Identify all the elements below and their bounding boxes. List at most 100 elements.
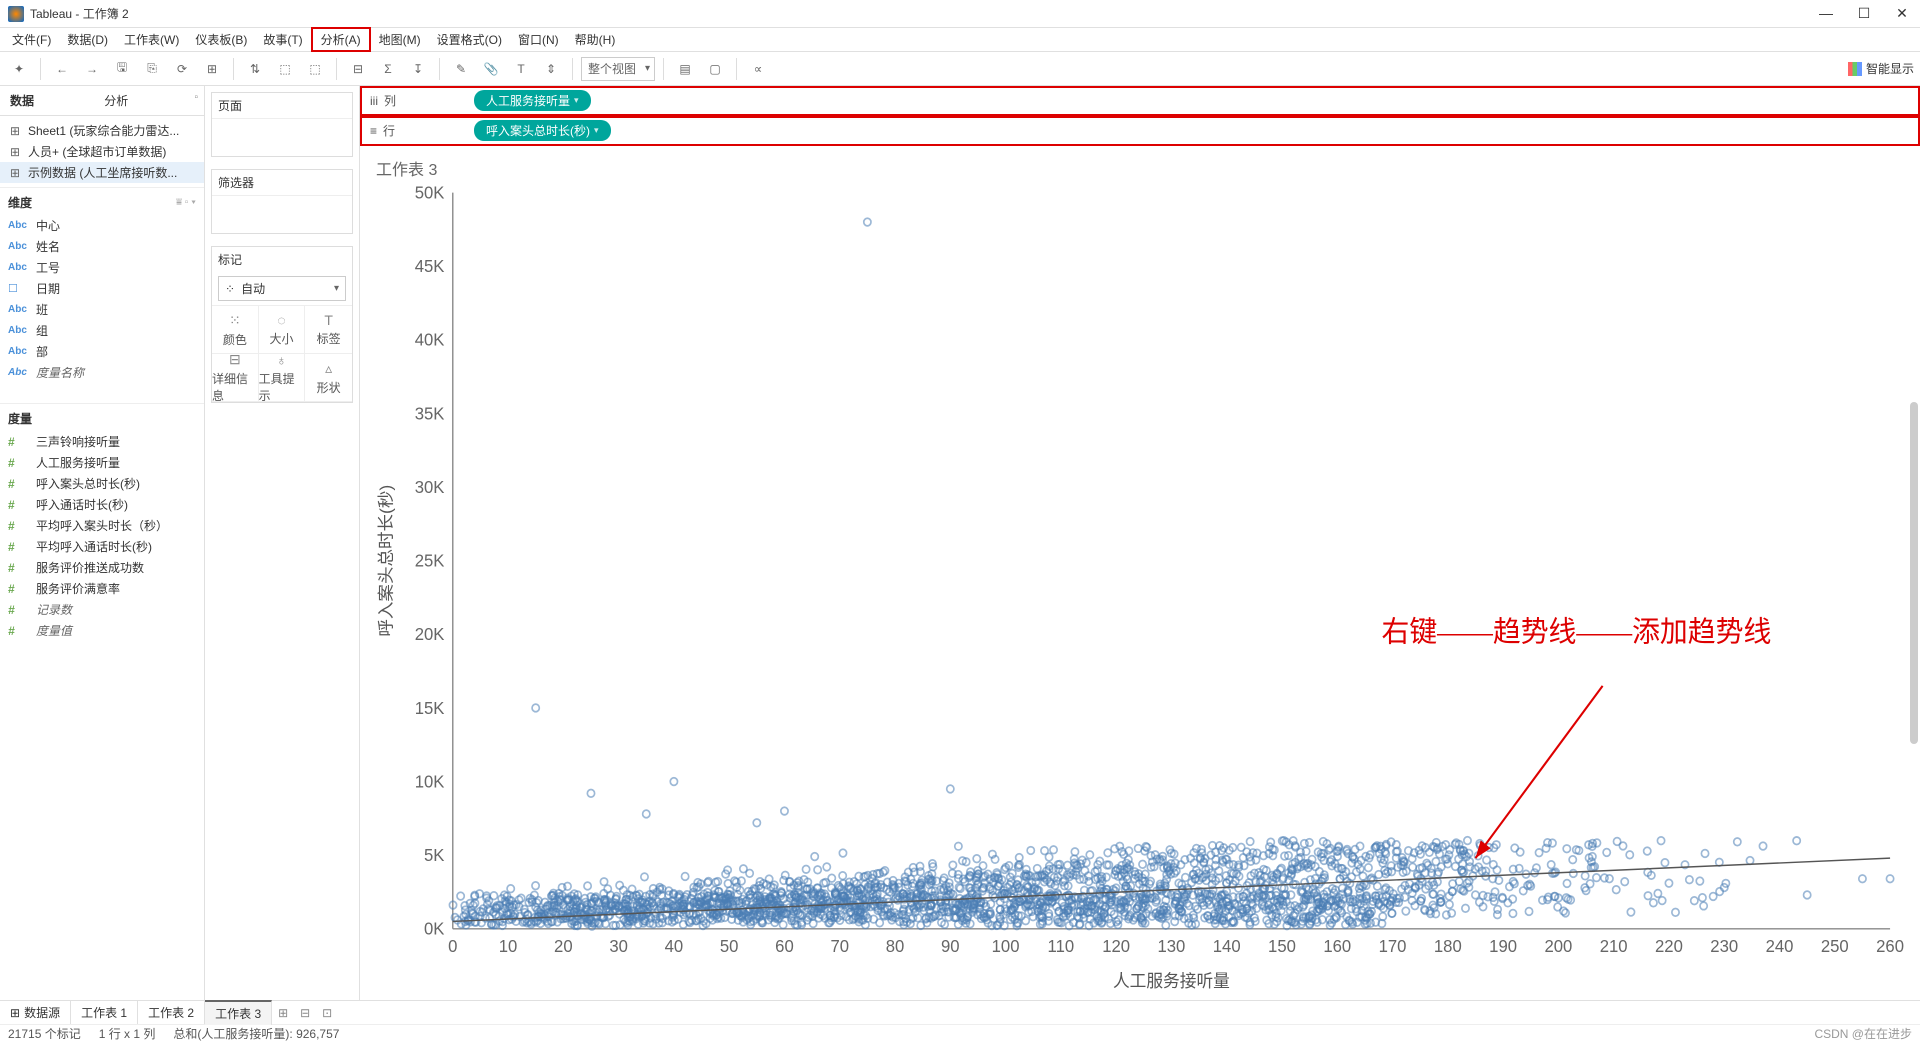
share-button[interactable]: ∝ [745,56,771,82]
dimension-field[interactable]: Abc班 [0,299,204,320]
undo-button[interactable]: ← [49,56,75,82]
marks-tooltip[interactable]: ♁工具提示 [259,354,306,402]
svg-text:260: 260 [1876,937,1904,956]
dimensions-header: 维度 ⩸ ▫ ▾ [0,187,204,213]
tab-analytics[interactable]: 分析 [94,86,188,115]
new-dashboard-button[interactable]: ⊟ [294,1006,316,1020]
mark-type-dropdown[interactable]: ⁘ 自动 [218,276,346,301]
menu-story[interactable]: 故事(T) [255,29,310,50]
menu-window[interactable]: 窗口(N) [510,29,567,50]
svg-text:130: 130 [1157,937,1185,956]
svg-text:80: 80 [886,937,905,956]
separator [572,58,573,80]
pin-button[interactable]: 📎 [478,56,504,82]
measure-field[interactable]: #人工服务接听量 [0,452,204,473]
fit-dropdown[interactable]: 整个视图 [581,57,655,81]
measure-field[interactable]: #记录数 [0,599,204,620]
maximize-button[interactable]: ☐ [1854,5,1874,22]
minimize-button[interactable]: — [1816,5,1836,22]
marks-shape[interactable]: ▵形状 [305,354,352,402]
dimension-field[interactable]: ☐日期 [0,278,204,299]
sheet-tab[interactable]: 工作表 2 [138,1001,205,1024]
dimension-field[interactable]: Abc工号 [0,257,204,278]
labels-button[interactable]: ↧ [405,56,431,82]
svg-text:25K: 25K [415,551,445,570]
measure-field[interactable]: #呼入案头总时长(秒) [0,473,204,494]
dimension-field[interactable]: Abc部 [0,341,204,362]
columns-pill[interactable]: 人工服务接听量 [474,90,591,111]
menu-file[interactable]: 文件(F) [4,29,59,50]
datasource-item[interactable]: ⊞Sheet1 (玩家综合能力雷达... [0,120,204,141]
measures-header: 度量 [0,403,204,429]
tableau-icon[interactable]: ✦ [6,56,32,82]
data-pane-menu-icon[interactable]: ▫ [188,86,204,115]
rows-shelf[interactable]: ≡行 呼入案头总时长(秒) [360,116,1920,146]
marks-color[interactable]: ⁙颜色 [212,306,259,354]
field-type-icon: Abc [8,220,30,231]
highlight-button[interactable]: ✎ [448,56,474,82]
new-worksheet-button[interactable]: ⊞ [272,1006,294,1020]
datasource-item[interactable]: ⊞人员+ (全球超市订单数据) [0,141,204,162]
chart[interactable]: 0K5K10K15K20K25K30K35K40K45K50K010203040… [372,178,1904,996]
dimensions-search-icon[interactable]: ⩸ ▫ ▾ [176,197,196,208]
measure-field[interactable]: #平均呼入通话时长(秒) [0,536,204,557]
show-me-button[interactable]: 智能显示 [1848,60,1914,77]
fix-axis-button[interactable]: ⇕ [538,56,564,82]
text-button[interactable]: T [508,56,534,82]
sheet-tab[interactable]: 工作表 3 [205,1000,272,1025]
marks-detail[interactable]: ⊟详细信息 [212,354,259,402]
new-datasource-button[interactable]: ⎘ [139,56,165,82]
columns-shelf[interactable]: iii列 人工服务接听量 [360,86,1920,116]
dimension-field[interactable]: Abc组 [0,320,204,341]
menu-data[interactable]: 数据(D) [59,29,116,50]
svg-text:140: 140 [1213,937,1241,956]
dimension-field[interactable]: Abc姓名 [0,236,204,257]
redo-button[interactable]: → [79,56,105,82]
datasource-tab[interactable]: ⊞数据源 [0,1001,71,1024]
field-type-icon: Abc [8,304,30,315]
presentation-button[interactable]: ▢ [702,56,728,82]
measure-field[interactable]: #服务评价推送成功数 [0,557,204,578]
rows-pill[interactable]: 呼入案头总时长(秒) [474,120,611,141]
measure-field[interactable]: #服务评价满意率 [0,578,204,599]
menu-dashboard[interactable]: 仪表板(B) [187,29,255,50]
show-cards-button[interactable]: ▤ [672,56,698,82]
pages-shelf[interactable]: 页面 [211,92,353,157]
viz-area[interactable]: 工作表 3 0K5K10K15K20K25K30K35K40K45K50K010… [360,146,1920,1000]
menu-map[interactable]: 地图(M) [371,29,429,50]
menu-help[interactable]: 帮助(H) [567,29,624,50]
swap-button[interactable]: ⇅ [242,56,268,82]
datasource-item[interactable]: ⊞示例数据 (人工坐席接听数... [0,162,204,183]
separator [663,58,664,80]
sheet-tab[interactable]: 工作表 1 [71,1001,138,1024]
totals-button[interactable]: Σ [375,56,401,82]
measure-field[interactable]: #平均呼入案头时长（秒） [0,515,204,536]
filters-shelf[interactable]: 筛选器 [211,169,353,234]
tab-data[interactable]: 数据 [0,86,94,115]
refresh-button[interactable]: ⟳ [169,56,195,82]
sort-asc-button[interactable]: ⬚ [272,56,298,82]
sheet-title[interactable]: 工作表 3 [376,156,1908,180]
dimension-field[interactable]: Abc中心 [0,215,204,236]
dimensions-title: 维度 [8,194,176,211]
close-button[interactable]: ✕ [1892,5,1912,22]
marks-label[interactable]: T标签 [305,306,352,354]
new-story-button[interactable]: ⊡ [316,1006,338,1020]
svg-text:60: 60 [775,937,794,956]
field-type-icon: # [8,435,30,449]
field-type-icon: # [8,561,30,575]
measure-field[interactable]: #三声铃响接听量 [0,431,204,452]
shape-icon: ▵ [325,360,332,377]
group-button[interactable]: ⊟ [345,56,371,82]
menu-worksheet[interactable]: 工作表(W) [116,29,187,50]
marks-size[interactable]: ◌大小 [259,306,306,354]
sort-desc-button[interactable]: ⬚ [302,56,328,82]
measure-field[interactable]: #呼入通话时长(秒) [0,494,204,515]
menu-format[interactable]: 设置格式(O) [429,29,510,50]
menu-analysis[interactable]: 分析(A) [311,27,371,52]
vertical-scrollbar[interactable] [1910,402,1918,744]
save-button[interactable]: 🖫 [109,56,135,82]
measure-field[interactable]: #度量值 [0,620,204,641]
dimension-field[interactable]: Abc度量名称 [0,362,204,383]
new-sheet-button[interactable]: ⊞ [199,56,225,82]
